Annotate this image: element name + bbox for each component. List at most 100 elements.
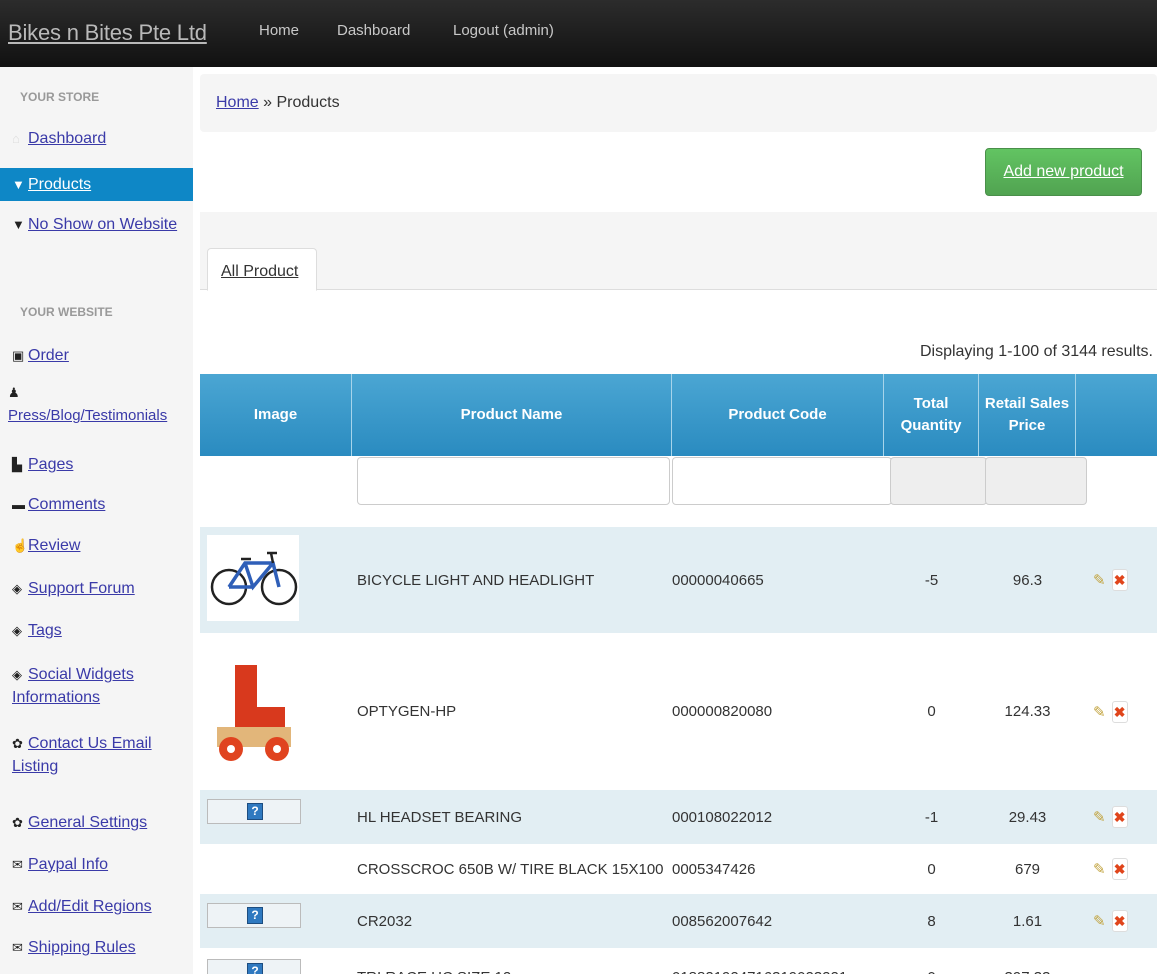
sidebar-item-press[interactable]: ♟ Press/Blog/Testimonials <box>8 381 189 427</box>
product-thumbnail[interactable] <box>207 535 299 621</box>
product-code-cell: 000000820080 <box>672 703 773 720</box>
delete-x-icon[interactable]: ✖ <box>1111 910 1128 932</box>
quantity-cell: 0 <box>884 964 979 974</box>
price-cell: 1.61 <box>1012 912 1043 930</box>
sidebar-item-social-widgets[interactable]: ◈ Social Widgets Informations <box>12 663 193 709</box>
column-header-image[interactable]: Image <box>200 374 352 456</box>
nav-logout-link[interactable]: Logout (admin) <box>453 22 554 39</box>
results-summary: Displaying 1-100 of 3144 results. <box>919 343 1153 360</box>
breadcrumb: Home » Products <box>200 74 1157 132</box>
table-row: ? CR2032 008562007642 8 1.61 ✎ ✖ <box>200 894 1157 948</box>
filter-product-code-input[interactable] <box>672 457 892 505</box>
file-icon: ▙ <box>12 457 22 472</box>
row-actions: ✎ ✖ <box>1093 857 1143 881</box>
edit-pencil-icon[interactable]: ✎ <box>1093 571 1106 589</box>
product-code-cell: 000108022012 <box>672 808 773 826</box>
row-actions: ✎ ✖ <box>1093 700 1143 724</box>
nav-dashboard-link[interactable]: Dashboard <box>337 22 410 39</box>
filter-price-input <box>985 457 1087 505</box>
edit-pencil-icon[interactable]: ✎ <box>1093 912 1106 930</box>
filter-product-name-input[interactable] <box>357 457 670 505</box>
delete-x-icon[interactable]: ✖ <box>1111 701 1128 723</box>
question-mark-icon: ? <box>247 963 263 974</box>
delete-x-icon[interactable]: ✖ <box>1111 569 1128 591</box>
tag-icon: ◈ <box>12 667 22 682</box>
price-cell: 96.3 <box>1012 571 1043 589</box>
sidebar-item-shipping[interactable]: ✉ Shipping Rules <box>12 936 193 959</box>
product-code-cell: 00000040665 <box>672 571 764 589</box>
sidebar-item-dashboard[interactable]: ⌂ Dashboard <box>12 127 193 150</box>
top-navbar: Bikes n Bites Pte Ltd Home Dashboard Log… <box>0 0 1157 67</box>
user-icon: ♟ <box>8 385 20 400</box>
product-name-cell: CROSSCROC 650B W/ TIRE BLACK 15X100 <box>357 860 664 878</box>
sidebar-item-regions[interactable]: ✉ Add/Edit Regions <box>12 895 193 918</box>
price-cell: 29.43 <box>1008 808 1047 826</box>
product-code-cell: 018821924716319023221 <box>672 964 847 974</box>
question-mark-icon: ? <box>247 907 263 924</box>
add-new-product-button[interactable]: Add new product <box>985 148 1142 196</box>
image-placeholder[interactable]: ? <box>207 959 301 974</box>
sidebar-item-comments[interactable]: ▬ Comments <box>12 493 193 516</box>
sidebar-item-products[interactable]: ▼ Products <box>0 168 193 201</box>
image-placeholder[interactable]: ? <box>207 903 301 928</box>
sidebar-header-store: YOUR STORE <box>20 90 100 104</box>
quantity-cell: -5 <box>924 571 939 589</box>
product-name-cell: BICYCLE LIGHT AND HEADLIGHT <box>357 571 595 589</box>
edit-pencil-icon[interactable]: ✎ <box>1093 703 1106 721</box>
sidebar-item-tags[interactable]: ◈ Tags <box>12 619 193 642</box>
brand-link[interactable]: Bikes n Bites Pte Ltd <box>8 20 207 46</box>
sidebar-item-support-forum[interactable]: ◈ Support Forum <box>12 577 193 600</box>
sidebar-item-general-settings[interactable]: ✿ General Settings <box>12 811 193 834</box>
delete-x-icon[interactable]: ✖ <box>1111 858 1128 880</box>
image-placeholder[interactable]: ? <box>207 799 301 824</box>
comment-icon: ▬ <box>12 497 25 512</box>
table-row: BICYCLE LIGHT AND HEADLIGHT 00000040665 … <box>200 527 1157 633</box>
quantity-cell: 8 <box>927 912 936 930</box>
delete-x-icon[interactable]: ✖ <box>1111 806 1128 828</box>
question-mark-icon: ? <box>247 803 263 820</box>
breadcrumb-separator: » <box>258 94 277 111</box>
edit-pencil-icon[interactable]: ✎ <box>1093 808 1106 826</box>
sidebar-item-paypal[interactable]: ✉ Paypal Info <box>12 853 193 876</box>
filter-quantity-input <box>890 457 987 505</box>
sidebar-item-order[interactable]: ▣ Order <box>12 344 193 367</box>
table-row: CROSSCROC 650B W/ TIRE BLACK 15X100 0005… <box>200 844 1157 894</box>
gear-icon: ✿ <box>12 815 23 830</box>
breadcrumb-home-link[interactable]: Home <box>216 94 259 111</box>
row-actions: ✎ ✖ <box>1093 909 1143 933</box>
column-header-total-quantity[interactable]: Total Quantity <box>884 374 979 456</box>
product-code-cell: 0005347426 <box>672 860 756 878</box>
tag-icon: ◈ <box>12 623 22 638</box>
product-code-cell: 008562007642 <box>672 912 773 930</box>
column-header-product-name[interactable]: Product Name <box>352 374 672 456</box>
sidebar-item-review[interactable]: ☝Review <box>12 534 193 557</box>
gear-icon: ✿ <box>12 736 23 751</box>
nav-home-link[interactable]: Home <box>259 22 299 39</box>
quantity-cell: 0 <box>927 860 936 878</box>
bicycle-image <box>210 551 298 606</box>
tag-icon: ◈ <box>12 581 22 596</box>
toy-train-image <box>217 665 291 761</box>
table-row: ? TRI RACE HC SIZE 12 018821924716319023… <box>200 948 1157 974</box>
sidebar-item-contact-us[interactable]: ✿ Contact Us Email Listing <box>12 732 193 778</box>
column-header-product-code[interactable]: Product Code <box>672 374 884 456</box>
edit-pencil-icon[interactable]: ✎ <box>1093 860 1106 878</box>
price-cell: 397.33 <box>979 964 1076 974</box>
product-name-cell: CR2032 <box>357 912 413 930</box>
sidebar: YOUR STORE ⌂ Dashboard ▼ Products ▼ No Show… <box>0 67 193 974</box>
product-name-cell: HL HEADSET BEARING <box>357 808 523 826</box>
thumbs-up-icon: ☝ <box>12 538 29 553</box>
price-cell: 679 <box>1014 860 1041 878</box>
table-header: Image Product Name Product Code Total Qu… <box>200 374 1157 456</box>
sidebar-item-pages[interactable]: ▙ Pages <box>12 453 193 476</box>
column-header-retail-price[interactable]: Retail Sales Price <box>979 374 1076 456</box>
sidebar-item-no-show[interactable]: ▼ No Show on Website <box>12 213 193 236</box>
product-thumbnail[interactable] <box>207 645 299 775</box>
inbox-icon: ▣ <box>12 348 25 363</box>
product-name-cell: OPTYGEN-HP <box>357 703 457 720</box>
table-row: ? HL HEADSET BEARING 000108022012 -1 29.… <box>200 790 1157 844</box>
cart-icon: ▼ <box>12 177 25 192</box>
tab-all-product[interactable]: All Product <box>207 248 317 291</box>
envelope-icon: ✉ <box>12 857 23 872</box>
envelope-icon: ✉ <box>12 940 23 955</box>
